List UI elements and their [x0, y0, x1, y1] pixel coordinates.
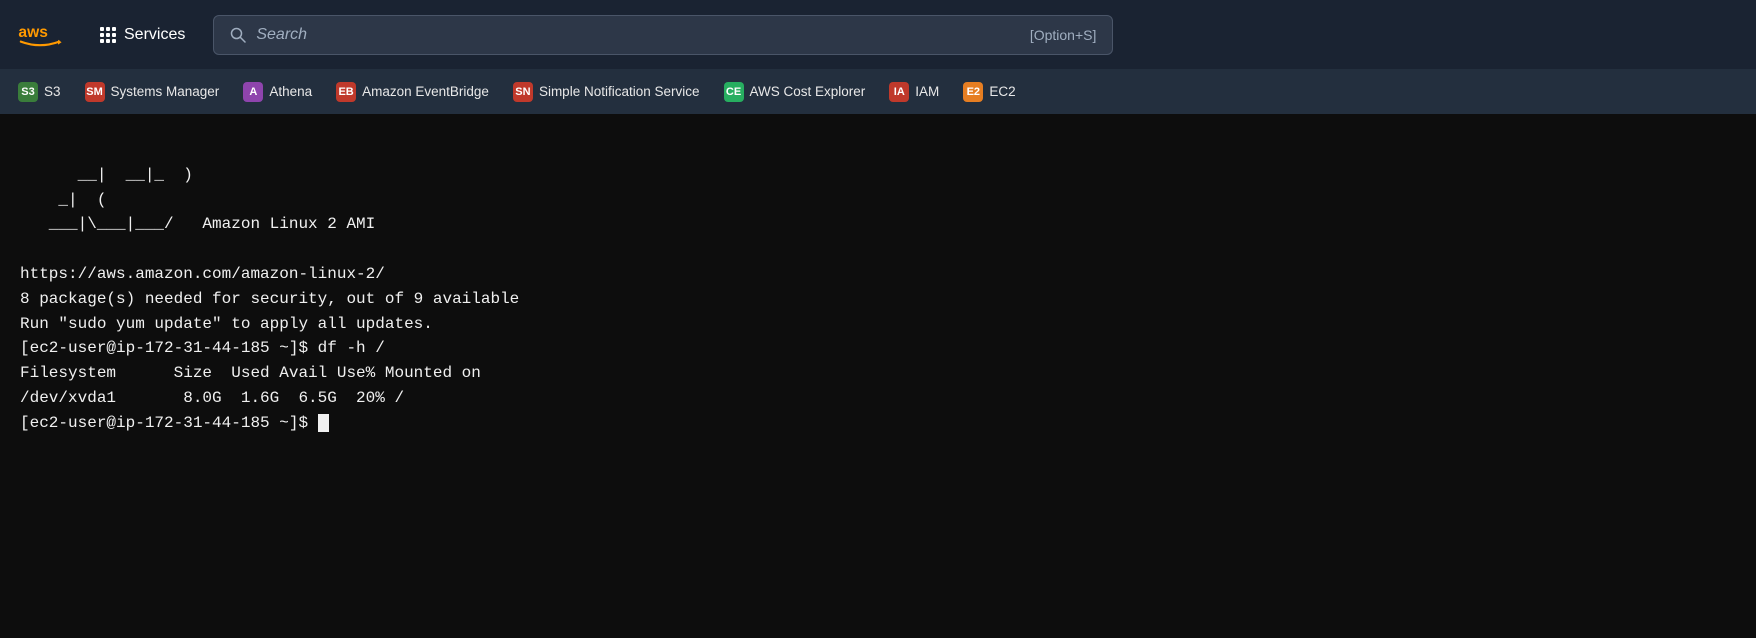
bookmark-item-athena[interactable]: A Athena: [233, 78, 322, 106]
security-message: 8 package(s) needed for security, out of…: [20, 290, 519, 308]
search-bar[interactable]: [Option+S]: [213, 15, 1113, 55]
aws-logo[interactable]: aws: [16, 11, 64, 59]
iam-icon: IA: [889, 82, 909, 102]
bookmark-item-ec2[interactable]: E2 EC2: [953, 78, 1025, 106]
bookmark-item-amazon-eventbridge[interactable]: EB Amazon EventBridge: [326, 78, 499, 106]
aws-cost-explorer-label: AWS Cost Explorer: [750, 84, 866, 99]
update-message: Run "sudo yum update" to apply all updat…: [20, 315, 433, 333]
bookmark-item-aws-cost-explorer[interactable]: CE AWS Cost Explorer: [714, 78, 876, 106]
bookmarks-bar: S3 S3 SM Systems Manager A Athena EB Amazon Eve…: [0, 69, 1756, 114]
athena-icon: A: [243, 82, 263, 102]
prompt-final: [ec2-user@ip-172-31-44-185 ~]$: [20, 414, 318, 432]
bookmark-item-simple-notification-service[interactable]: SN Simple Notification Service: [503, 78, 710, 106]
services-label: Services: [124, 26, 185, 44]
search-icon: [230, 27, 246, 43]
ascii-art: __| __|_ ) _| ( ___|\___|___/ Amazon Lin…: [20, 166, 375, 234]
grid-icon: [100, 27, 116, 43]
systems-manager-label: Systems Manager: [111, 84, 220, 99]
simple-notification-service-icon: SN: [513, 82, 533, 102]
fs-header: Filesystem Size Used Avail Use% Mounted …: [20, 364, 481, 382]
search-input[interactable]: [256, 26, 1019, 44]
services-button[interactable]: Services: [84, 18, 201, 52]
amazon-eventbridge-label: Amazon EventBridge: [362, 84, 489, 99]
fs-data: /dev/xvda1 8.0G 1.6G 6.5G 20% /: [20, 389, 404, 407]
url-line: https://aws.amazon.com/amazon-linux-2/: [20, 265, 385, 283]
simple-notification-service-label: Simple Notification Service: [539, 84, 700, 99]
s3-label: S3: [44, 84, 61, 99]
amazon-eventbridge-icon: EB: [336, 82, 356, 102]
s3-icon: S3: [18, 82, 38, 102]
top-nav: aws Services [Option+S]: [0, 0, 1756, 69]
bookmark-item-systems-manager[interactable]: SM Systems Manager: [75, 78, 230, 106]
aws-cost-explorer-icon: CE: [724, 82, 744, 102]
svg-text:aws: aws: [18, 23, 48, 40]
ec2-icon: E2: [963, 82, 983, 102]
ec2-label: EC2: [989, 84, 1015, 99]
bookmark-item-iam[interactable]: IA IAM: [879, 78, 949, 106]
athena-label: Athena: [269, 84, 312, 99]
systems-manager-icon: SM: [85, 82, 105, 102]
search-shortcut: [Option+S]: [1030, 27, 1097, 43]
cursor: [318, 414, 329, 432]
command-df: [ec2-user@ip-172-31-44-185 ~]$ df -h /: [20, 339, 385, 357]
terminal[interactable]: __| __|_ ) _| ( ___|\___|___/ Amazon Lin…: [0, 114, 1756, 638]
bookmark-item-s3[interactable]: S3 S3: [8, 78, 71, 106]
iam-label: IAM: [915, 84, 939, 99]
